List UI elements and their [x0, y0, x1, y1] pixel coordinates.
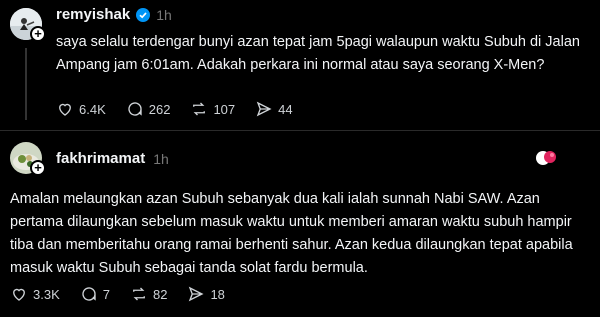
- post-divider: [0, 130, 600, 131]
- heart-icon: [13, 288, 25, 301]
- share-icon: [256, 101, 272, 117]
- comment-count: 7: [102, 286, 110, 302]
- follow-plus-icon[interactable]: +: [30, 160, 46, 176]
- thread-line: [25, 48, 27, 120]
- share-icon: [189, 286, 204, 302]
- follow-plus-icon[interactable]: +: [30, 26, 46, 42]
- like-button[interactable]: 3.3K: [10, 285, 60, 303]
- comment-button[interactable]: 7: [80, 285, 110, 303]
- like-button[interactable]: 6.4K: [56, 100, 106, 118]
- comment-button[interactable]: 262: [126, 100, 171, 118]
- repost-count: 107: [213, 101, 236, 117]
- author-reaction-icon: [534, 145, 560, 169]
- verified-badge-icon: [136, 7, 151, 22]
- repost-button[interactable]: 82: [130, 285, 167, 303]
- post-time: 1h: [156, 6, 172, 23]
- repost-icon: [133, 287, 145, 301]
- like-count: 3.3K: [33, 286, 60, 302]
- comment-icon: [128, 102, 142, 116]
- repost-button[interactable]: 107: [190, 100, 235, 118]
- comment-count: 262: [148, 101, 171, 117]
- share-button[interactable]: 18: [187, 285, 225, 303]
- post-header: fakhrimamat 1h: [56, 150, 169, 167]
- repost-icon: [193, 102, 206, 116]
- heart-icon: [59, 103, 71, 116]
- post-text: Amalan melaungkan azan Subuh sebanyak du…: [10, 191, 573, 276]
- comment-icon: [82, 287, 96, 301]
- username[interactable]: remyishak: [56, 6, 130, 23]
- repost-count: 82: [152, 286, 168, 302]
- share-count: 18: [210, 286, 225, 302]
- post-actions: 3.3K 7 82 18: [10, 285, 225, 303]
- like-count: 6.4K: [79, 101, 106, 117]
- post-text: saya selalu terdengar bunyi azan tepat j…: [56, 34, 580, 73]
- username[interactable]: fakhrimamat: [56, 150, 145, 167]
- share-count: 44: [278, 101, 293, 117]
- post-actions: 6.4K 262 107 44: [56, 100, 293, 118]
- share-button[interactable]: 44: [255, 100, 293, 118]
- post-time: 1h: [153, 150, 169, 167]
- post-header: remyishak 1h: [56, 6, 172, 23]
